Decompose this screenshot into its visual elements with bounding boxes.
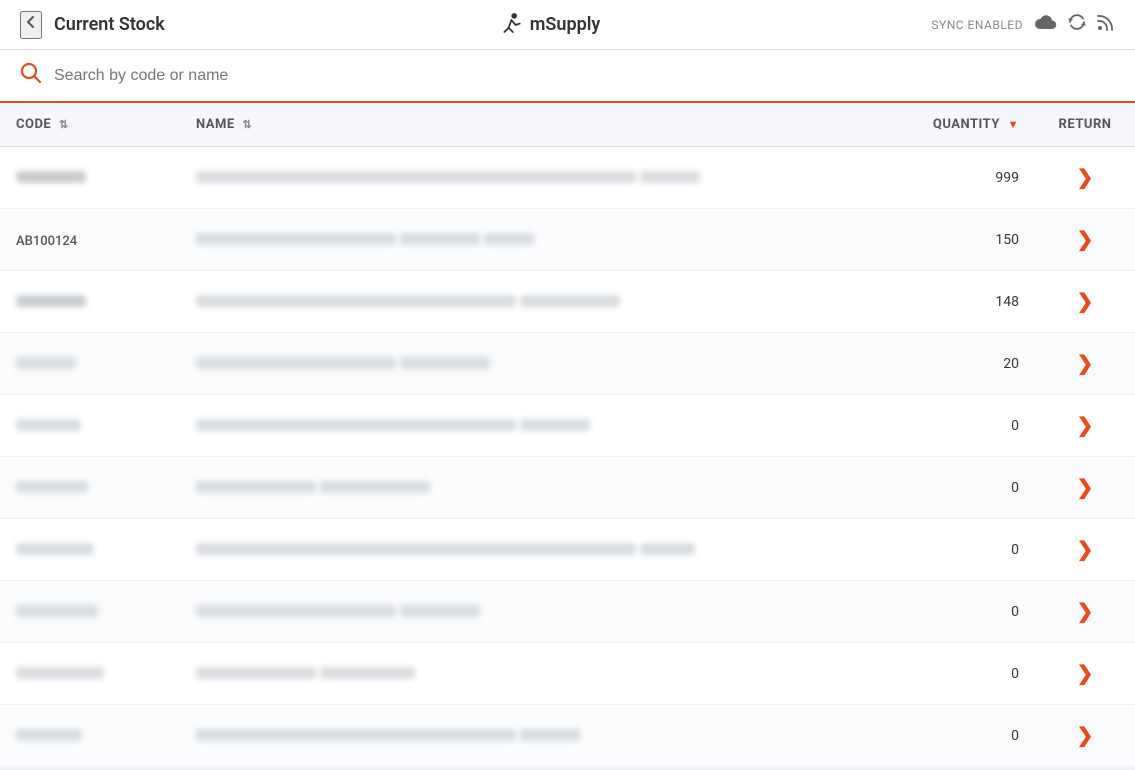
table-row: 0 ❯ <box>0 767 1135 768</box>
qty-cell: 0 <box>875 767 1035 768</box>
col-header-code[interactable]: CODE ⇅ <box>0 103 180 147</box>
return-button[interactable]: ❯ <box>1069 595 1102 628</box>
return-button[interactable]: ❯ <box>1069 657 1102 690</box>
qty-cell: 20 <box>875 333 1035 395</box>
return-button[interactable]: ❯ <box>1069 347 1102 380</box>
qty-cell: 0 <box>875 705 1035 767</box>
table-header-row: CODE ⇅ NAME ⇅ QUANTITY ▼ RETURN <box>0 103 1135 147</box>
table-row: 0 ❯ <box>0 581 1135 643</box>
code-cell <box>0 457 180 519</box>
qty-cell: 0 <box>875 519 1035 581</box>
return-button[interactable]: ❯ <box>1069 285 1102 318</box>
qty-cell: 0 <box>875 581 1035 643</box>
qty-cell: 0 <box>875 395 1035 457</box>
table-row: 0 ❯ <box>0 519 1135 581</box>
code-cell <box>0 705 180 767</box>
col-header-return: RETURN <box>1035 103 1135 147</box>
table-row: 0 ❯ <box>0 457 1135 519</box>
table-row: 999 ❯ <box>0 147 1135 209</box>
qty-cell: 0 <box>875 457 1035 519</box>
return-button[interactable]: ❯ <box>1069 471 1102 504</box>
return-cell: ❯ <box>1035 643 1135 705</box>
table-row: 0 ❯ <box>0 395 1135 457</box>
name-cell <box>180 333 875 395</box>
stock-table: CODE ⇅ NAME ⇅ QUANTITY ▼ RETURN <box>0 103 1135 767</box>
name-cell <box>180 147 875 209</box>
return-button[interactable]: ❯ <box>1069 719 1102 752</box>
name-cell <box>180 209 875 271</box>
return-cell: ❯ <box>1035 519 1135 581</box>
rss-icon <box>1097 13 1115 36</box>
code-cell <box>0 519 180 581</box>
name-cell <box>180 767 875 768</box>
qty-sort-icon: ▼ <box>1008 118 1019 131</box>
sync-status: SYNC ENABLED <box>931 18 1023 32</box>
sync-icon <box>1067 12 1087 37</box>
table-row: 148 ❯ <box>0 271 1135 333</box>
col-header-quantity[interactable]: QUANTITY ▼ <box>875 103 1035 147</box>
code-cell <box>0 147 180 209</box>
app-logo: mSupply <box>496 11 601 39</box>
return-cell: ❯ <box>1035 147 1135 209</box>
qty-cell: 0 <box>875 643 1035 705</box>
return-button[interactable]: ❯ <box>1069 161 1102 194</box>
logo-text: mSupply <box>530 14 601 35</box>
app-header: Current Stock mSupply SYNC ENABLED <box>0 0 1135 50</box>
table-row: 0 ❯ <box>0 643 1135 705</box>
return-button[interactable]: ❯ <box>1069 409 1102 442</box>
stock-table-container: CODE ⇅ NAME ⇅ QUANTITY ▼ RETURN <box>0 103 1135 767</box>
return-cell: ❯ <box>1035 395 1135 457</box>
return-cell: ❯ <box>1035 457 1135 519</box>
logo-icon <box>496 11 524 39</box>
qty-cell: 999 <box>875 147 1035 209</box>
page-title: Current Stock <box>54 14 165 35</box>
code-cell <box>0 271 180 333</box>
name-cell <box>180 643 875 705</box>
name-cell <box>180 581 875 643</box>
return-button[interactable]: ❯ <box>1069 533 1102 566</box>
table-row: 20 ❯ <box>0 333 1135 395</box>
name-cell <box>180 705 875 767</box>
return-cell: ❯ <box>1035 271 1135 333</box>
back-button[interactable] <box>20 11 42 39</box>
cloud-icon <box>1033 14 1057 35</box>
return-button[interactable]: ❯ <box>1069 223 1102 256</box>
col-header-name[interactable]: NAME ⇅ <box>180 103 875 147</box>
return-cell: ❯ <box>1035 581 1135 643</box>
code-cell <box>0 643 180 705</box>
return-cell: ❯ <box>1035 767 1135 768</box>
return-cell: ❯ <box>1035 209 1135 271</box>
name-cell <box>180 457 875 519</box>
table-row: AB100124 150 ❯ <box>0 209 1135 271</box>
return-cell: ❯ <box>1035 705 1135 767</box>
header-left: Current Stock <box>20 11 165 39</box>
search-icon <box>20 62 42 89</box>
code-cell <box>0 581 180 643</box>
code-cell <box>0 333 180 395</box>
name-sort-icon: ⇅ <box>242 118 252 131</box>
search-bar <box>0 50 1135 103</box>
name-cell <box>180 519 875 581</box>
header-right: SYNC ENABLED <box>931 12 1115 37</box>
code-cell: AB100124 <box>0 209 180 271</box>
qty-cell: 148 <box>875 271 1035 333</box>
return-cell: ❯ <box>1035 333 1135 395</box>
table-row: 0 ❯ <box>0 705 1135 767</box>
search-input[interactable] <box>54 67 1115 85</box>
qty-cell: 150 <box>875 209 1035 271</box>
code-cell <box>0 767 180 768</box>
table-body: 999 ❯ AB100124 150 ❯ <box>0 147 1135 768</box>
name-cell <box>180 271 875 333</box>
code-sort-icon: ⇅ <box>59 118 69 131</box>
code-cell <box>0 395 180 457</box>
name-cell <box>180 395 875 457</box>
